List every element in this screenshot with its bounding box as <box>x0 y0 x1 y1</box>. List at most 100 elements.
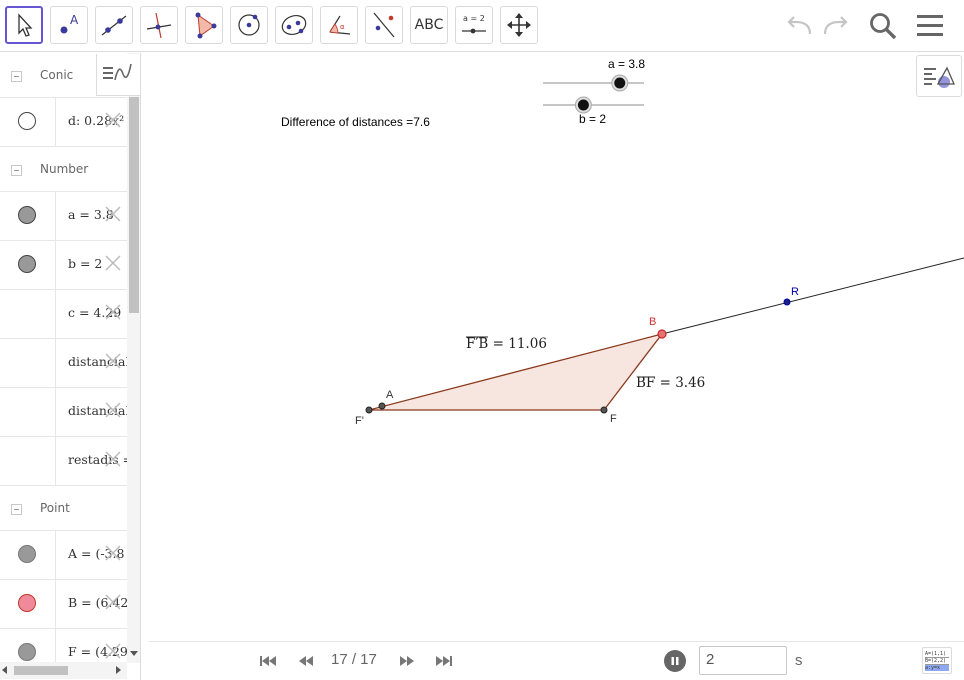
circle-with-center-icon <box>238 14 260 36</box>
group-header-point[interactable]: Point <box>0 486 127 531</box>
visibility-toggle-icon[interactable] <box>18 594 36 612</box>
group-label: Number <box>40 162 89 176</box>
point-F[interactable] <box>600 406 608 414</box>
collapse-icon[interactable] <box>11 504 22 515</box>
collapse-icon[interactable] <box>11 165 22 176</box>
undo-button[interactable] <box>783 10 815 42</box>
algebra-view: Conic d: 0.28x² - Number a = 3.8 b = 2 c… <box>0 53 141 680</box>
slider-b-label[interactable]: b = 2 <box>579 112 606 126</box>
algebra-item[interactable]: b = 2 <box>0 241 127 290</box>
redo-button[interactable] <box>820 10 852 42</box>
point-B[interactable] <box>657 329 667 339</box>
slider-b-dot <box>577 99 589 111</box>
algebra-list: Conic d: 0.28x² - Number a = 3.8 b = 2 c… <box>0 53 127 678</box>
point-B-label[interactable]: B <box>649 316 656 328</box>
duration-unit: s <box>795 652 803 669</box>
vertical-scrollbar[interactable] <box>127 53 140 663</box>
visibility-toggle-icon[interactable] <box>18 206 36 224</box>
visibility-toggle-icon[interactable] <box>18 112 36 130</box>
point-R-label[interactable]: R <box>791 286 799 298</box>
move-graphics-tool-button[interactable] <box>500 6 538 44</box>
group-header-number[interactable]: Number <box>0 147 127 192</box>
line-icon <box>101 15 127 36</box>
first-page-button[interactable] <box>256 651 280 671</box>
cursor-arrow-icon <box>18 13 33 37</box>
algebra-item[interactable]: distanciaB <box>0 339 127 388</box>
point-tool-button[interactable]: A <box>50 6 88 44</box>
delete-icon[interactable] <box>103 592 123 612</box>
delete-icon[interactable] <box>103 204 123 224</box>
play-duration-input[interactable]: 2 <box>699 646 787 675</box>
undo-icon <box>787 16 812 35</box>
search-icon <box>870 13 897 40</box>
point-Fprime-label[interactable]: F' <box>355 415 364 427</box>
point-A-label[interactable]: A <box>386 389 393 401</box>
move-tool-button[interactable] <box>5 6 43 44</box>
perpendicular-line-tool-button[interactable] <box>140 6 178 44</box>
algebra-item[interactable]: distanciaF <box>0 388 127 437</box>
visibility-toggle-icon[interactable] <box>18 255 36 273</box>
delete-icon[interactable] <box>103 110 123 130</box>
algebra-item[interactable]: c = 4.29 <box>0 290 127 339</box>
graphics-style-bar-button[interactable] <box>916 55 962 97</box>
algebra-item-text[interactable]: b = 2 <box>68 256 102 271</box>
delete-icon[interactable] <box>103 253 123 273</box>
delete-icon[interactable] <box>103 543 123 563</box>
last-page-button[interactable] <box>432 651 456 671</box>
algebra-style-bar-button[interactable] <box>96 54 141 96</box>
slider-tool-button[interactable]: a = 2 <box>455 6 493 44</box>
text-tool-label: ABC <box>414 17 444 33</box>
difference-text[interactable]: Difference of distances =7.6 <box>281 115 430 129</box>
angle-tool-button[interactable]: α <box>320 6 358 44</box>
text-tool-button[interactable]: ABC <box>410 6 448 44</box>
visibility-toggle-icon[interactable] <box>18 545 36 563</box>
main-menu-button[interactable] <box>914 10 946 42</box>
scrollbar-thumb[interactable] <box>129 97 139 313</box>
line-BR[interactable] <box>661 257 964 335</box>
point-A[interactable] <box>378 402 386 410</box>
collapse-icon[interactable] <box>11 71 22 82</box>
scroll-left-icon[interactable] <box>2 666 8 674</box>
skip-last-icon <box>436 656 452 666</box>
delete-icon[interactable] <box>103 641 123 661</box>
reflect-tool-button[interactable] <box>365 6 403 44</box>
point-R[interactable] <box>783 298 791 306</box>
algebra-item[interactable]: A = (-3.8 <box>0 531 127 580</box>
search-button[interactable] <box>867 10 899 42</box>
reflect-line-icon <box>373 12 395 38</box>
slider-a-label[interactable]: a = 3.8 <box>608 57 645 71</box>
perpendicular-line-icon <box>146 12 172 39</box>
pause-button[interactable] <box>664 650 686 672</box>
hamburger-menu-icon <box>917 15 943 36</box>
delete-icon[interactable] <box>103 449 123 469</box>
circle-tool-button[interactable] <box>230 6 268 44</box>
visibility-toggle-icon[interactable] <box>18 643 36 661</box>
scrollbar-thumb[interactable] <box>14 666 68 675</box>
show-formulas-button[interactable]: A=(1,1) B=(2,2) a:y=x <box>922 647 952 674</box>
segment-FprimeB-label[interactable]: F′B = 11.06 <box>466 336 547 352</box>
horizontal-scrollbar[interactable] <box>0 662 127 679</box>
algebra-item[interactable]: d: 0.28x² - <box>0 98 127 147</box>
polygon-icon <box>195 12 217 39</box>
skip-first-icon <box>260 656 276 666</box>
algebra-item[interactable]: restadis = <box>0 437 127 486</box>
scroll-right-icon[interactable] <box>116 666 122 674</box>
point-Fprime[interactable] <box>365 406 373 414</box>
ellipse-tool-button[interactable] <box>275 6 313 44</box>
next-page-button[interactable] <box>395 651 419 671</box>
algebra-item[interactable]: B = (6.42 <box>0 580 127 629</box>
delete-icon[interactable] <box>103 400 123 420</box>
segment-BF-label[interactable]: BF = 3.46 <box>636 375 705 391</box>
line-tool-button[interactable] <box>95 6 133 44</box>
move-arrows-icon <box>507 13 531 37</box>
polygon-tool-button[interactable] <box>185 6 223 44</box>
graphics-view[interactable]: Difference of distances =7.6 a = 3.8 b =… <box>149 53 964 641</box>
point-F-label[interactable]: F <box>610 413 617 425</box>
previous-page-button[interactable] <box>294 651 318 671</box>
algebra-item[interactable]: a = 3.8 <box>0 192 127 241</box>
scroll-down-icon[interactable] <box>130 651 138 657</box>
graphics-canvas[interactable] <box>149 53 964 641</box>
delete-icon[interactable] <box>103 302 123 322</box>
delete-icon[interactable] <box>103 351 123 371</box>
segment-BF-value: = 3.46 <box>659 375 706 391</box>
